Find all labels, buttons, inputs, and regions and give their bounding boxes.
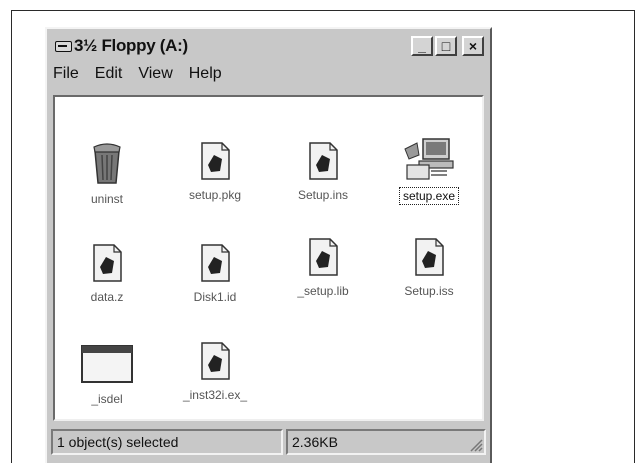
document-icon (201, 244, 230, 282)
file-name: Setup.ins (297, 188, 349, 202)
menu-help[interactable]: Help (189, 65, 222, 83)
window-icon (81, 345, 133, 383)
status-bar: 1 object(s) selected 2.36KB (51, 429, 486, 455)
resize-grip-icon[interactable] (469, 438, 483, 452)
menu-edit[interactable]: Edit (95, 65, 123, 83)
document-icon (309, 142, 338, 180)
document-icon (93, 244, 122, 282)
menu-bar: File Edit View Help (53, 65, 222, 83)
minimize-button[interactable]: _ (411, 36, 433, 56)
status-selection-count: 1 object(s) selected (51, 429, 283, 455)
status-pane-size: 2.36KB (286, 429, 486, 455)
menu-file[interactable]: File (53, 65, 79, 83)
file-item-isdel[interactable]: _isdel (57, 343, 157, 407)
document-icon (309, 238, 338, 276)
file-item-setup-lib[interactable]: _setup.lib (273, 237, 373, 299)
close-button[interactable]: × (462, 36, 484, 56)
file-item-setup-exe[interactable]: setup.exe (379, 137, 479, 205)
file-name: setup.exe (398, 187, 460, 205)
file-name: Disk1.id (193, 290, 237, 304)
file-name: Setup.iss (404, 284, 454, 298)
file-name: _isdel (91, 392, 123, 406)
file-name: _inst32i.ex_ (182, 388, 248, 402)
document-icon (201, 342, 230, 380)
window-controls: _ □ × (411, 36, 484, 56)
setup-program-icon (404, 138, 454, 180)
document-icon (201, 142, 230, 180)
file-item-inst32i-ex[interactable]: _inst32i.ex_ (165, 341, 265, 403)
document-icon (415, 238, 444, 276)
file-name: setup.pkg (188, 188, 242, 202)
file-item-setup-ins[interactable]: Setup.ins (273, 141, 373, 203)
page-frame-right (634, 10, 635, 463)
page-frame-top (11, 10, 635, 11)
file-list-view[interactable]: uninst setup.pkg Setup.ins setup.exe dat… (53, 95, 484, 421)
explorer-window: 3½ Floppy (A:) _ □ × File Edit View Help… (45, 27, 492, 463)
file-item-data-z[interactable]: data.z (57, 243, 157, 305)
file-item-setup-iss[interactable]: Setup.iss (379, 237, 479, 299)
recycle-bin-icon (93, 143, 121, 184)
file-name: uninst (90, 192, 124, 206)
maximize-button[interactable]: □ (435, 36, 457, 56)
title-bar[interactable]: 3½ Floppy (A:) _ □ × (51, 33, 486, 59)
file-name: _setup.lib (297, 284, 349, 298)
file-item-uninst[interactable]: uninst (57, 141, 157, 207)
page-frame-left (11, 10, 12, 463)
menu-view[interactable]: View (138, 65, 172, 83)
window-title: 3½ Floppy (A:) (74, 36, 188, 55)
status-size: 2.36KB (292, 434, 338, 450)
file-item-disk1-id[interactable]: Disk1.id (165, 243, 265, 305)
file-name: data.z (90, 290, 124, 304)
file-item-setup-pkg[interactable]: setup.pkg (165, 141, 265, 203)
floppy-drive-icon (55, 40, 72, 52)
